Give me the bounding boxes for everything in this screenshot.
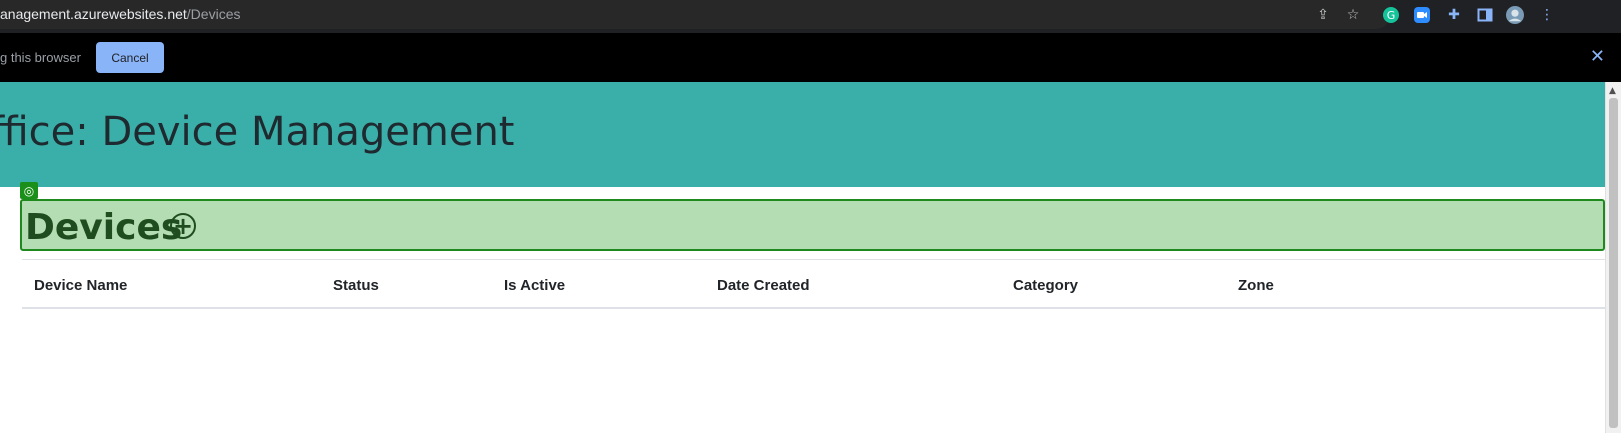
- screen-share-banner: g this browser Cancel ✕: [0, 33, 1621, 82]
- column-header-device-name[interactable]: Device Name: [34, 277, 127, 294]
- close-icon[interactable]: ✕: [1590, 46, 1605, 67]
- column-header-is-active[interactable]: Is Active: [504, 277, 565, 294]
- url-text[interactable]: anagement.azurewebsites.net/Devices: [0, 6, 240, 22]
- section-title: Devices: [25, 207, 183, 248]
- extensions-icon[interactable]: ✚: [1445, 6, 1463, 24]
- share-icon[interactable]: ⇪: [1314, 6, 1332, 24]
- scroll-up-icon[interactable]: ▲: [1609, 86, 1616, 96]
- scrollbar-thumb[interactable]: [1609, 98, 1618, 428]
- column-header-zone[interactable]: Zone: [1238, 277, 1274, 294]
- inspector-badge-icon: ◎: [20, 182, 38, 199]
- share-banner-text: g this browser: [0, 50, 81, 65]
- devices-heading-section: Devices +: [20, 199, 1605, 251]
- page-title: ffice: Device Management: [0, 109, 515, 155]
- grammarly-icon[interactable]: G: [1382, 6, 1400, 24]
- app-header: ffice: Device Management: [0, 82, 1605, 187]
- browser-toolbar: anagement.azurewebsites.net/Devices ⇪ ☆ …: [0, 0, 1621, 33]
- zoom-icon[interactable]: [1413, 6, 1431, 24]
- column-header-category[interactable]: Category: [1013, 277, 1078, 294]
- vertical-scrollbar[interactable]: ▲: [1605, 82, 1621, 433]
- menu-icon[interactable]: ⋮: [1538, 6, 1556, 24]
- column-header-date-created[interactable]: Date Created: [717, 277, 810, 294]
- devices-table-header: Device Name Status Is Active Date Create…: [22, 259, 1605, 309]
- column-header-status[interactable]: Status: [333, 277, 379, 294]
- svg-text:G: G: [1387, 9, 1396, 22]
- add-device-icon[interactable]: +: [170, 213, 196, 239]
- sidepanel-icon[interactable]: [1476, 6, 1494, 24]
- star-icon[interactable]: ☆: [1344, 6, 1362, 24]
- address-bar[interactable]: anagement.azurewebsites.net/Devices: [0, 0, 1390, 29]
- profile-avatar[interactable]: [1506, 6, 1524, 24]
- cancel-button[interactable]: Cancel: [96, 42, 164, 73]
